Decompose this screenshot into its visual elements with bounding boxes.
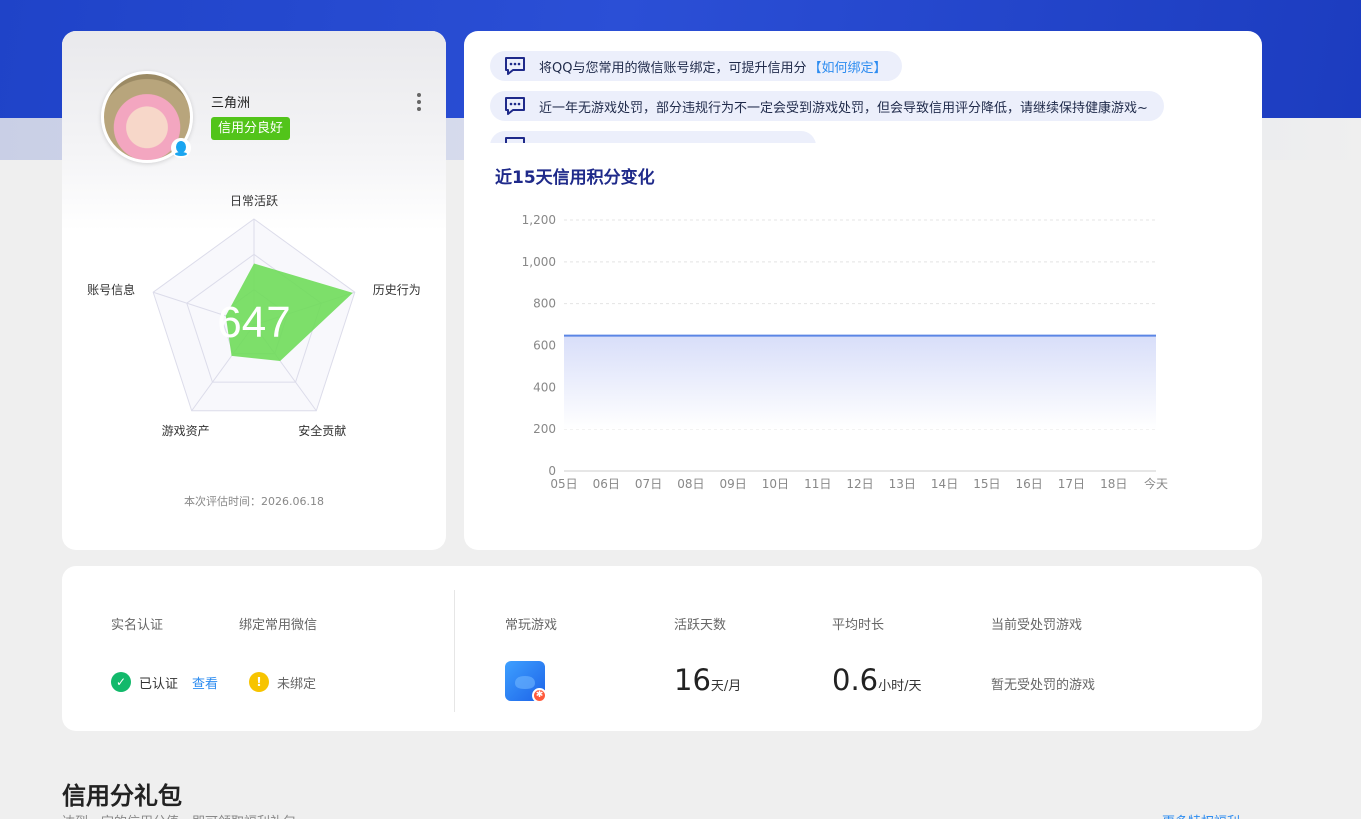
- x-tick-label: 17日: [1058, 477, 1085, 491]
- more-privileges-link[interactable]: 更多特权福利 ›: [1162, 811, 1249, 819]
- credit-radar-chart: 647 日常活跃 历史行为 安全贡献 游戏资产 账号信息: [87, 194, 421, 438]
- series-area: [564, 335, 1156, 430]
- real-name-status: ✓ 已认证 查看 ! 未绑定: [111, 672, 316, 692]
- warning-circle-icon: !: [249, 672, 270, 692]
- x-tick-label: 12日: [846, 477, 873, 491]
- radar-label-daily-active: 日常活跃: [230, 194, 278, 208]
- radar-label-security-contribution: 安全贡献: [298, 423, 346, 438]
- real-name-status-text: 已认证: [139, 676, 179, 692]
- radar-label-game-assets: 游戏资产: [162, 424, 210, 438]
- gift-section-title: 信用分礼包: [62, 782, 182, 810]
- x-tick-label: 今天: [1144, 476, 1168, 491]
- evaluation-time: 本次评估时间：2026.06.18: [184, 495, 324, 508]
- gift-section-subtitle: 达到一定的信用分值，即可领取福利礼包: [62, 811, 296, 819]
- penalty-game-label: 当前受处罚游戏: [991, 618, 1083, 633]
- real-name-label: 实名认证: [111, 618, 164, 633]
- credit-score: 647: [217, 298, 290, 347]
- y-tick-label: 200: [533, 422, 556, 436]
- y-tick-label: 800: [533, 297, 556, 311]
- wechat-bind-label: 绑定常用微信: [239, 618, 318, 633]
- game-icon[interactable]: ✱: [505, 661, 547, 703]
- avg-time-value: 0.6小时/天: [832, 663, 922, 697]
- x-tick-label: 09日: [720, 477, 747, 491]
- y-tick-label: 600: [533, 339, 556, 353]
- active-days-label: 活跃天数: [674, 618, 727, 633]
- x-tick-label: 11日: [804, 477, 831, 491]
- x-tick-label: 08日: [677, 477, 704, 491]
- wechat-status-text: 未绑定: [277, 676, 317, 692]
- x-tick-label: 16日: [1016, 477, 1043, 491]
- y-tick-label: 1,200: [522, 213, 556, 227]
- x-tick-label: 07日: [635, 477, 662, 491]
- radar-label-history-behavior: 历史行为: [373, 283, 421, 297]
- credit-line-chart: 0 200 400 600 800 1,000 1,200 05日 06日 07日 08日 09日 1…: [522, 213, 1168, 491]
- x-tick-label: 18日: [1100, 477, 1127, 491]
- radar-label-account-info: 账号信息: [87, 282, 135, 297]
- profile-card: 三角洲 信用分良好 647 日常活跃 历史行为 安全贡献 游戏资产 账号信息 本…: [62, 31, 446, 550]
- x-tick-label: 05日: [550, 477, 577, 491]
- y-tick-label: 400: [533, 380, 556, 394]
- frequent-game-label: 常玩游戏: [505, 618, 558, 633]
- section-divider: [454, 590, 455, 712]
- y-tick-label: 0: [548, 464, 556, 478]
- credit-trend-card: 将QQ与您常用的微信账号绑定，可提升信用分 【如何绑定】 近一年无游戏处罚，部分…: [464, 31, 1262, 550]
- x-tick-label: 06日: [593, 477, 620, 491]
- avg-time-label: 平均时长: [832, 618, 885, 633]
- view-real-name-link[interactable]: 查看: [192, 673, 218, 692]
- active-days-value: 16天/月: [674, 663, 742, 697]
- penalty-game-value: 暂无受处罚的游戏: [991, 678, 1096, 693]
- account-stats-card: 实名认证 绑定常用微信 ✓ 已认证 查看 ! 未绑定 常玩游戏 活跃天数 平均时…: [62, 566, 1262, 731]
- x-tick-label: 15日: [973, 477, 1000, 491]
- game-badge-icon: ✱: [532, 688, 547, 703]
- x-tick-label: 14日: [931, 477, 958, 491]
- x-tick-label: 10日: [762, 477, 789, 491]
- y-tick-label: 1,000: [522, 255, 556, 269]
- check-circle-icon: ✓: [111, 672, 131, 692]
- x-tick-label: 13日: [889, 477, 916, 491]
